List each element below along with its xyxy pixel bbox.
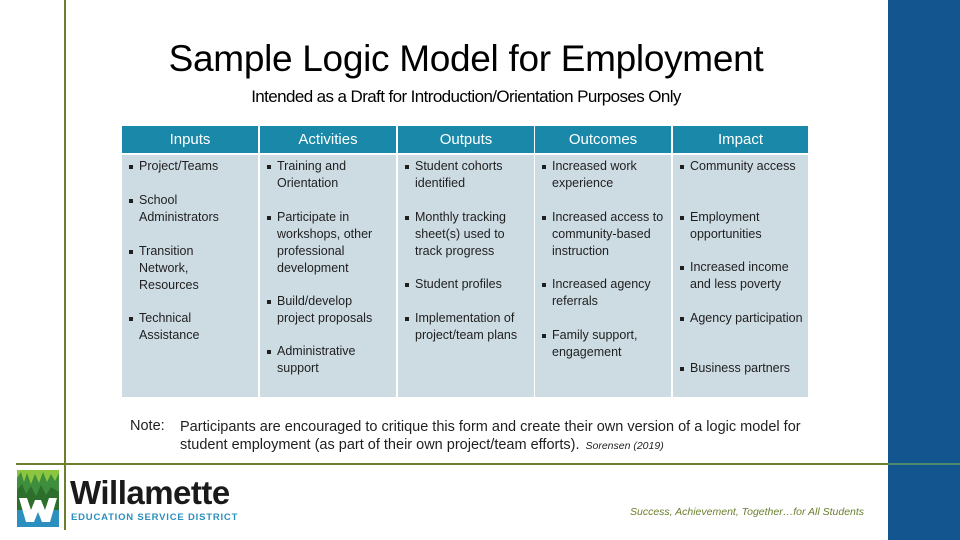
list-item: School Administrators: [129, 192, 254, 226]
list-item: Increased work experience: [542, 158, 667, 192]
column-outputs: Outputs Student cohorts identified Month…: [398, 126, 534, 397]
list-item: Family support, engagement: [542, 327, 667, 361]
bullet-icon: [129, 165, 133, 169]
list-item: Business partners: [680, 360, 808, 377]
list-item: Administrative support: [267, 343, 392, 377]
bullet-icon: [267, 216, 271, 220]
bullet-icon: [129, 250, 133, 254]
slide-title: Sample Logic Model for Employment: [168, 38, 764, 79]
bullet-icon: [542, 283, 546, 287]
bullet-icon: [680, 367, 684, 371]
logo-name: Willamette: [70, 474, 230, 511]
bullet-icon: [542, 334, 546, 338]
column-impact: Impact Community access Employment oppor…: [673, 126, 808, 397]
column-inputs: Inputs Project/Teams School Administrato…: [122, 126, 258, 397]
list-item: Transition Network, Resources: [129, 243, 228, 294]
note-label: Note:: [130, 418, 165, 434]
bullet-icon: [405, 317, 409, 321]
tagline: Success, Achievement, Together…for All S…: [630, 506, 865, 518]
horizontal-accent-line-overlay: [888, 463, 960, 465]
logic-model-table: Inputs Project/Teams School Administrato…: [122, 126, 808, 397]
list-item: Student cohorts identified: [405, 158, 530, 192]
bullet-icon: [680, 266, 684, 270]
list-item: Student profiles: [405, 276, 530, 293]
bullet-icon: [267, 165, 271, 169]
list-item: Implementation of project/team plans: [405, 310, 534, 344]
bullet-icon: [680, 216, 684, 220]
list-item: Build/develop project proposals: [267, 293, 392, 327]
bullet-icon: [542, 165, 546, 169]
column-header: Outcomes: [535, 126, 671, 153]
bullet-icon: [405, 283, 409, 287]
column-header: Impact: [673, 126, 808, 153]
list-item: Project/Teams: [129, 158, 254, 175]
column-outcomes: Outcomes Increased work experience Incre…: [535, 126, 671, 397]
bullet-icon: [680, 317, 684, 321]
column-activities: Activities Training and Orientation Part…: [260, 126, 396, 397]
bullet-icon: [405, 165, 409, 169]
column-header: Outputs: [398, 126, 534, 153]
list-item: Community access: [680, 158, 804, 175]
bullet-icon: [129, 317, 133, 321]
list-item: Employment opportunities: [680, 209, 804, 243]
column-header: Inputs: [122, 126, 258, 153]
logo-subtitle: EDUCATION SERVICE DISTRICT: [71, 512, 239, 523]
list-item: Increased access to community-based inst…: [542, 209, 667, 260]
bullet-icon: [405, 216, 409, 220]
list-item: Increased agency referrals: [542, 276, 667, 310]
willamette-logo-icon: [17, 470, 59, 527]
citation: Sorensen (2019): [585, 440, 664, 452]
list-item: Agency participation: [680, 310, 804, 327]
slide-subtitle: Intended as a Draft for Introduction/Ori…: [251, 87, 681, 106]
list-item: Training and Orientation: [267, 158, 376, 192]
list-item: Monthly tracking sheet(s) used to track …: [405, 209, 530, 260]
bullet-icon: [542, 216, 546, 220]
list-item: Participate in workshops, other professi…: [267, 209, 392, 277]
sidebar-blue-bar: [888, 0, 960, 540]
list-item: Increased income and less poverty: [680, 259, 804, 293]
note-text: Participants are encouraged to critique …: [180, 419, 801, 453]
bullet-icon: [267, 350, 271, 354]
list-item: Technical Assistance: [129, 310, 254, 344]
column-header: Activities: [260, 126, 396, 153]
horizontal-accent-line: [16, 463, 960, 465]
bullet-icon: [680, 165, 684, 169]
bullet-icon: [129, 199, 133, 203]
bullet-icon: [267, 300, 271, 304]
